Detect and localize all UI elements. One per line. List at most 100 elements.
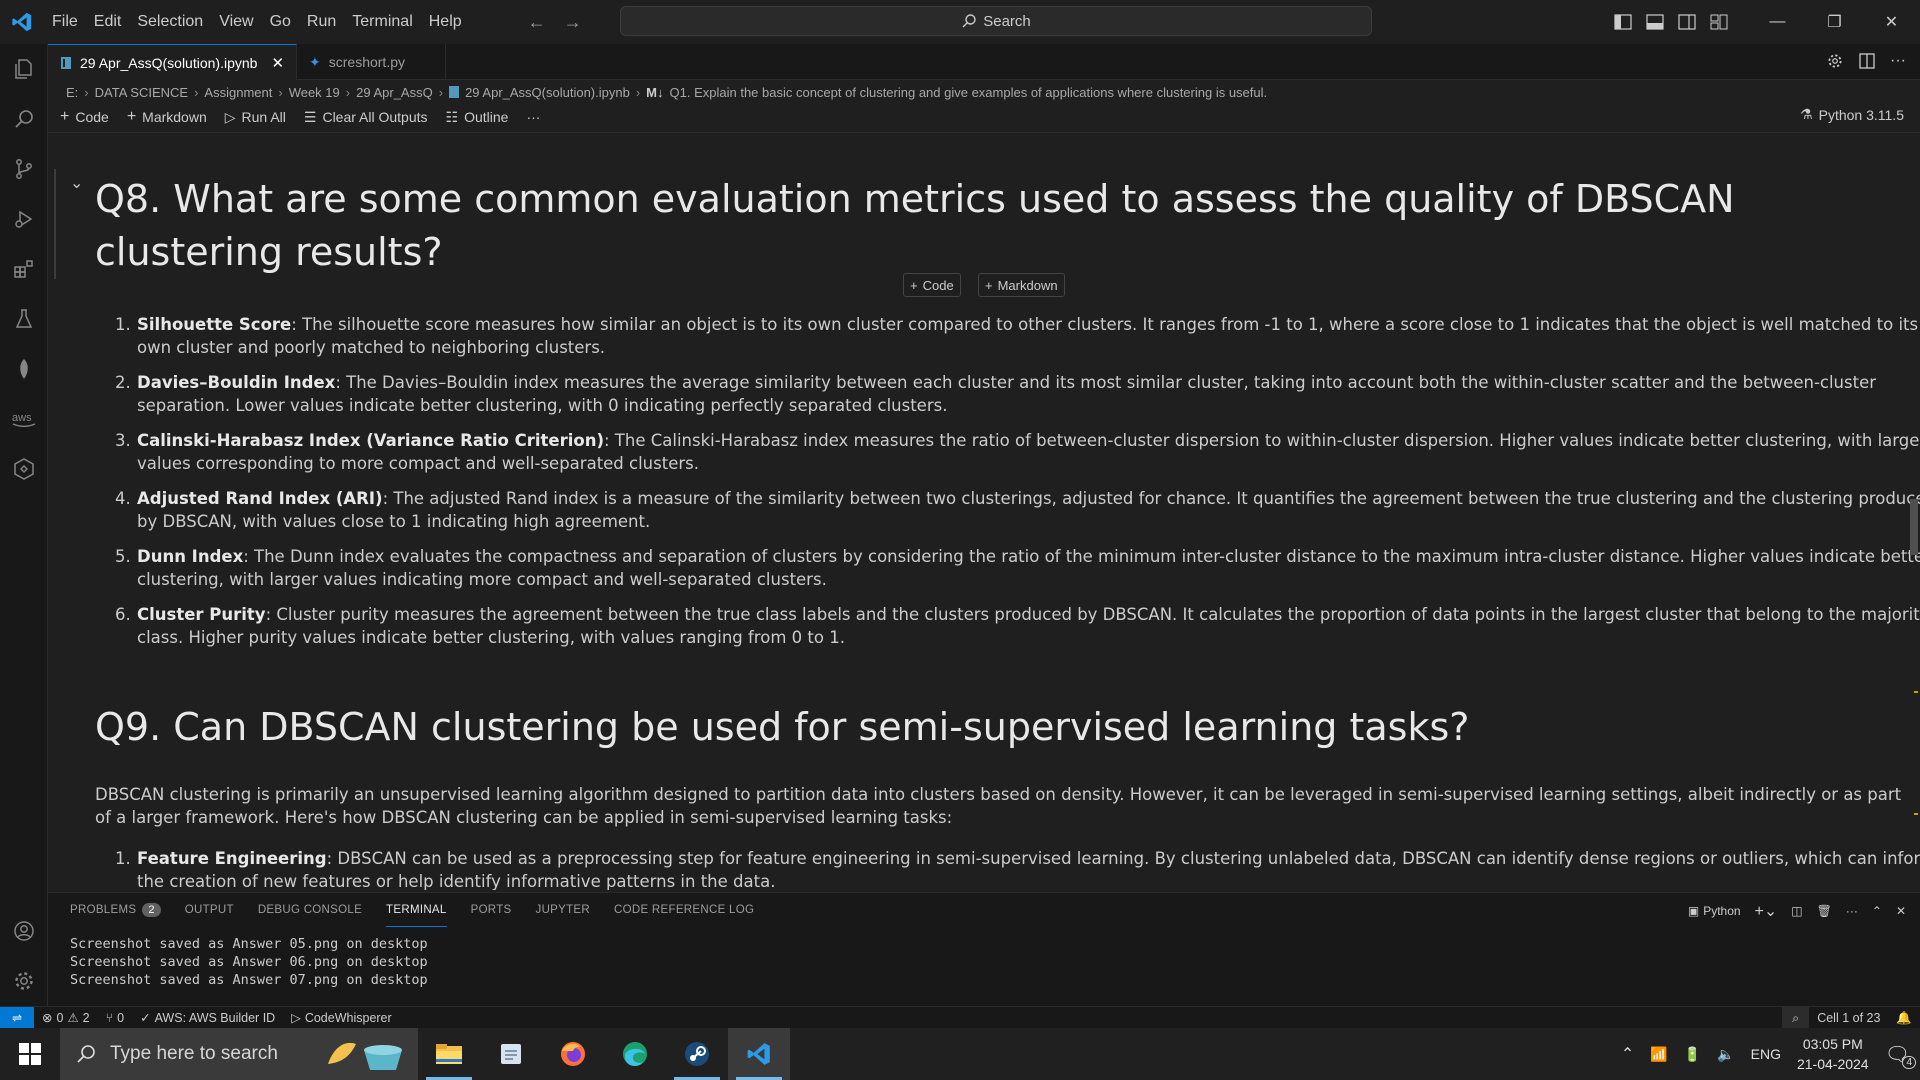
- tab-python-file[interactable]: ✦ screshort.py: [297, 44, 446, 80]
- breadcrumb-item[interactable]: 29 Apr_AssQ: [356, 85, 433, 100]
- breadcrumb-item[interactable]: Assignment: [204, 85, 272, 100]
- volume-icon[interactable]: 🔈: [1717, 1046, 1734, 1063]
- search-label: Search: [983, 12, 1031, 30]
- clear-all-outputs-button[interactable]: ☰ Clear All Outputs: [304, 109, 428, 126]
- tab-debug-console[interactable]: DEBUG CONSOLE: [258, 893, 362, 927]
- menu-edit[interactable]: Edit: [86, 0, 130, 44]
- taskbar-file-explorer-icon[interactable]: [418, 1028, 480, 1080]
- zoom-icon[interactable]: ⌕: [1782, 1007, 1810, 1029]
- split-editor-icon[interactable]: [1858, 52, 1876, 70]
- codewhisperer-status[interactable]: ▷ CodeWhisperer: [283, 1010, 399, 1026]
- aws-status[interactable]: ✓ AWS: AWS Builder ID: [132, 1010, 283, 1026]
- chevron-right-icon: ›: [438, 84, 444, 100]
- menu-help[interactable]: Help: [421, 0, 470, 44]
- menu-go[interactable]: Go: [262, 0, 299, 44]
- show-hidden-icons-chevron-up-icon[interactable]: ⌃: [1621, 1044, 1634, 1064]
- breadcrumb-item[interactable]: Q1. Explain the basic concept of cluster…: [670, 85, 1268, 100]
- notebook-editor: ⌄ Q8. What are some common evaluation me…: [48, 132, 1920, 890]
- remote-indicator-icon[interactable]: ⇌: [0, 1006, 34, 1029]
- maximize-panel-chevron-up-icon[interactable]: ⌃: [1872, 904, 1882, 918]
- terminal-shell-selector[interactable]: ▣ Python: [1688, 904, 1741, 918]
- kernel-label: Python 3.11.5: [1818, 106, 1904, 123]
- restore-button[interactable]: ❐: [1806, 0, 1863, 44]
- leaf-extension-icon[interactable]: [0, 344, 48, 394]
- more-actions-icon[interactable]: ···: [1846, 904, 1858, 918]
- insert-markdown-cell-button[interactable]: + Markdown: [978, 273, 1065, 297]
- menu-terminal[interactable]: Terminal: [344, 0, 420, 44]
- minimize-button[interactable]: —: [1749, 0, 1806, 44]
- tab-output[interactable]: OUTPUT: [185, 893, 234, 927]
- menu-selection[interactable]: Selection: [129, 0, 211, 44]
- toolbar-more-button[interactable]: ···: [526, 109, 540, 125]
- extensions-icon[interactable]: [0, 244, 48, 294]
- back-arrow-icon[interactable]: ←: [528, 12, 546, 33]
- toggle-primary-sidebar-icon[interactable]: [1607, 0, 1639, 44]
- menu-file[interactable]: File: [44, 0, 86, 44]
- activity-bar: aws: [0, 44, 48, 1006]
- tab-code-reference-log[interactable]: CODE REFERENCE LOG: [614, 893, 754, 927]
- tab-ports[interactable]: PORTS: [471, 893, 512, 927]
- input-language[interactable]: ENG: [1751, 1046, 1781, 1062]
- tab-jupyter[interactable]: JUPYTER: [536, 893, 591, 927]
- new-terminal-icon[interactable]: +⌄: [1755, 901, 1778, 921]
- vscode-logo-icon: [0, 0, 44, 44]
- windows-start-icon[interactable]: [0, 1028, 60, 1080]
- list-item: 2. Davies–Bouldin Index: The Davies–Bould…: [95, 371, 1920, 417]
- toggle-panel-icon[interactable]: [1639, 0, 1671, 44]
- taskbar-edge-icon[interactable]: [604, 1028, 666, 1080]
- taskbar-notepad-icon[interactable]: [480, 1028, 542, 1080]
- taskbar-firefox-icon[interactable]: [542, 1028, 604, 1080]
- breadcrumb-item[interactable]: Week 19: [289, 85, 340, 100]
- close-window-button[interactable]: ✕: [1863, 0, 1920, 44]
- manage-gear-icon[interactable]: [0, 956, 48, 1006]
- notifications-bell-icon[interactable]: 🔔: [1888, 1011, 1920, 1026]
- search-sidebar-icon[interactable]: [0, 94, 48, 144]
- battery-icon[interactable]: 🔋: [1684, 1046, 1701, 1063]
- menu-run[interactable]: Run: [299, 0, 344, 44]
- more-actions-icon[interactable]: ···: [1890, 52, 1906, 70]
- source-control-icon[interactable]: [0, 144, 48, 194]
- breadcrumb-item[interactable]: E:: [66, 85, 78, 100]
- vertical-scrollbar-thumb[interactable]: [1910, 499, 1918, 555]
- customize-layout-icon[interactable]: [1703, 0, 1735, 44]
- menu-view[interactable]: View: [211, 0, 261, 44]
- tab-notebook[interactable]: 29 Apr_AssQ(solution).ipynb ✕: [48, 44, 298, 80]
- taskbar-steam-icon[interactable]: [666, 1028, 728, 1080]
- testing-flask-icon[interactable]: [0, 294, 48, 344]
- kernel-picker[interactable]: ⚗ Python 3.11.5: [1800, 106, 1904, 123]
- clock[interactable]: 03:05 PM 21-04-2024: [1797, 1034, 1869, 1074]
- notebook-settings-gear-icon[interactable]: [1826, 52, 1844, 70]
- ports-status[interactable]: ⑂ 0: [98, 1011, 132, 1025]
- explorer-icon[interactable]: [0, 44, 48, 94]
- nav-arrows: ← →: [528, 12, 582, 33]
- insert-code-cell-button[interactable]: + Code: [903, 273, 961, 297]
- accounts-icon[interactable]: [0, 906, 48, 956]
- taskbar-search-box[interactable]: Type here to search: [60, 1028, 418, 1080]
- close-panel-icon[interactable]: ✕: [1896, 904, 1906, 918]
- terminal-output[interactable]: Screenshot saved as Answer 05.png on des…: [70, 935, 428, 989]
- cell-indicator[interactable]: Cell 1 of 23: [1809, 1011, 1888, 1025]
- kill-terminal-trash-icon[interactable]: 🗑: [1817, 904, 1832, 918]
- wifi-icon[interactable]: 📶: [1650, 1046, 1667, 1063]
- button-label: Markdown: [997, 277, 1058, 293]
- split-terminal-icon[interactable]: ◫: [1791, 904, 1802, 918]
- problems-status[interactable]: ⊗ 0 ⚠ 2: [34, 1010, 98, 1026]
- toggle-secondary-sidebar-icon[interactable]: [1671, 0, 1703, 44]
- tab-problems[interactable]: PROBLEMS 2: [70, 893, 161, 927]
- aws-icon[interactable]: aws: [0, 394, 48, 444]
- taskbar-vscode-icon[interactable]: [728, 1028, 790, 1080]
- codewhisperer-hex-icon[interactable]: [0, 444, 48, 494]
- tab-terminal[interactable]: TERMINAL: [386, 893, 447, 927]
- notification-center-icon[interactable]: 🗨 4: [1885, 1042, 1916, 1069]
- breadcrumb-item[interactable]: 29 Apr_AssQ(solution).ipynb: [465, 85, 630, 100]
- close-tab-icon[interactable]: ✕: [271, 54, 284, 72]
- breadcrumb-item[interactable]: DATA SCIENCE: [95, 85, 188, 100]
- command-center-search[interactable]: Search: [620, 6, 1372, 36]
- run-debug-icon[interactable]: [0, 194, 48, 244]
- run-all-button[interactable]: ▷ Run All: [225, 109, 286, 126]
- outline-button[interactable]: ☷ Outline: [446, 109, 509, 126]
- add-code-cell-button[interactable]: + Code: [60, 108, 109, 126]
- forward-arrow-icon[interactable]: →: [564, 12, 582, 33]
- add-markdown-cell-button[interactable]: + Markdown: [127, 108, 207, 126]
- chevron-down-icon[interactable]: ⌄: [70, 173, 83, 193]
